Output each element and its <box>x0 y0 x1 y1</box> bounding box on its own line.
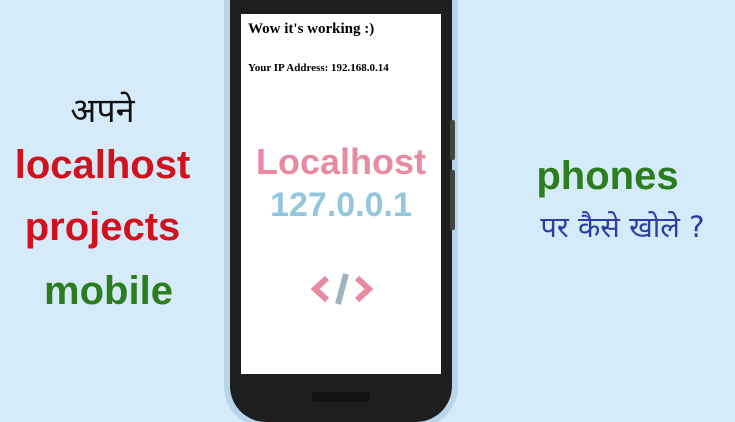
phone-side-button <box>450 120 455 160</box>
left-line-projects: projects <box>24 205 181 249</box>
left-line-mobile: mobile <box>44 269 173 313</box>
left-line-localhost: localhost <box>14 143 191 187</box>
phone-mockup: Wow it's working :) Your IP Address: 192… <box>230 0 455 422</box>
right-caption: phones पर कैसे खोले ? <box>500 150 735 252</box>
localhost-ip: 127.0.0.1 <box>270 186 412 224</box>
left-caption: अपने localhost projects mobile <box>0 88 205 324</box>
localhost-title: Localhost <box>255 141 426 182</box>
phone-volume-button <box>450 170 455 230</box>
left-line-apne: अपने <box>70 91 135 131</box>
right-line-kaise-khole: पर कैसे खोले ? <box>540 210 705 244</box>
phone-screen: Wow it's working :) Your IP Address: 192… <box>241 14 441 374</box>
code-icon <box>311 273 373 305</box>
screen-heading: Wow it's working :) <box>248 21 375 37</box>
right-line-phones: phones <box>536 154 679 198</box>
phone-bottom-speaker <box>312 392 370 402</box>
screen-ip-address: Your IP Address: 192.168.0.14 <box>248 62 389 74</box>
